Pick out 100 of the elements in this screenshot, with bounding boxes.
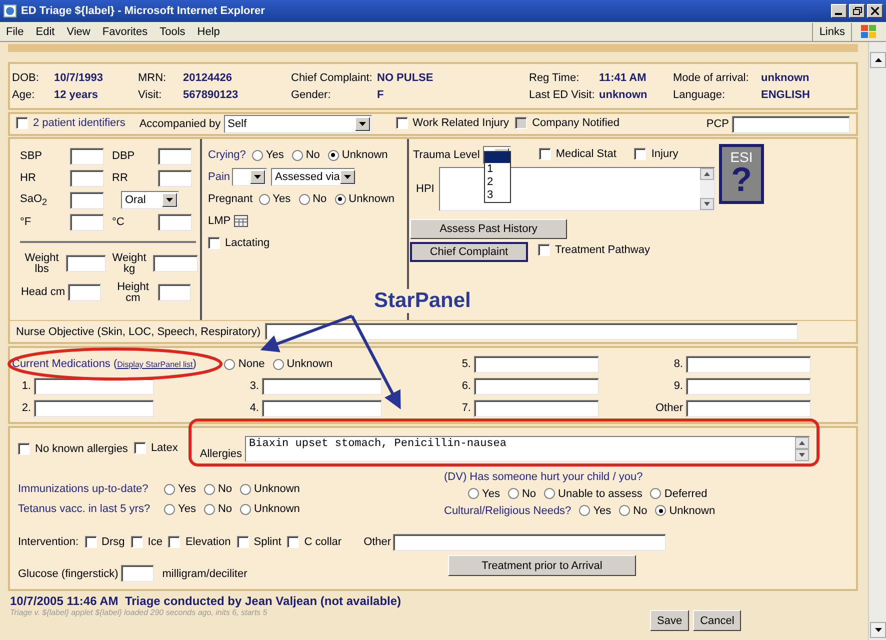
radio-button[interactable] xyxy=(292,150,303,160)
input-field[interactable] xyxy=(70,170,104,186)
field-label: Immunizations up-to-date? xyxy=(18,483,148,495)
checkbox[interactable] xyxy=(84,536,97,548)
input-field[interactable] xyxy=(158,170,192,186)
scroll-down-icon[interactable] xyxy=(795,449,810,461)
menu-item[interactable]: Edit xyxy=(30,26,61,38)
radio-button[interactable] xyxy=(334,194,346,204)
input-field[interactable] xyxy=(686,378,811,394)
input-field[interactable] xyxy=(474,378,599,394)
checkbox[interactable] xyxy=(396,116,408,128)
checkbox[interactable] xyxy=(208,237,220,249)
radio-button[interactable] xyxy=(650,488,662,499)
dropdown-option[interactable]: 3 xyxy=(485,189,510,202)
scroll-up-icon[interactable] xyxy=(795,437,810,449)
field-label: (DV) Has someone hurt your child / you? xyxy=(444,470,643,482)
input-field[interactable] xyxy=(70,214,104,230)
action-button[interactable]: Chief Complaint xyxy=(410,242,528,262)
radio-button[interactable] xyxy=(579,505,590,516)
radio-button[interactable] xyxy=(508,488,519,499)
input-field[interactable] xyxy=(393,534,666,550)
input-field[interactable] xyxy=(158,214,192,230)
input-field[interactable] xyxy=(34,400,154,416)
input-field[interactable] xyxy=(121,565,154,582)
checkbox[interactable] xyxy=(236,536,249,548)
input-field[interactable] xyxy=(686,400,811,416)
dropdown[interactable] xyxy=(232,168,268,186)
checkbox[interactable] xyxy=(18,443,30,455)
scrollbar[interactable] xyxy=(700,168,714,210)
checkbox[interactable] xyxy=(134,442,146,454)
esi-button[interactable]: ESI ? xyxy=(719,144,764,204)
input-field[interactable] xyxy=(262,378,382,394)
input-field[interactable] xyxy=(158,284,191,301)
checkbox[interactable] xyxy=(538,244,550,256)
radio-button[interactable] xyxy=(240,504,252,514)
field-label: RR xyxy=(112,172,128,184)
radio-button[interactable] xyxy=(328,150,339,160)
input-field[interactable] xyxy=(70,148,104,164)
input-field[interactable] xyxy=(66,255,106,272)
action-button[interactable]: Assess Past History xyxy=(410,218,567,238)
radio-button[interactable] xyxy=(224,358,236,370)
input-field[interactable] xyxy=(474,356,599,372)
checkbox[interactable] xyxy=(538,148,551,160)
radio-button[interactable] xyxy=(164,484,175,494)
radio-button[interactable] xyxy=(258,194,270,204)
input-field[interactable] xyxy=(474,400,599,416)
checkbox-label: Medical Stat xyxy=(556,148,616,160)
checkbox[interactable] xyxy=(634,148,646,160)
field-label: SaO$_{2}$ xyxy=(20,192,48,205)
scrollbar[interactable] xyxy=(868,42,886,640)
close-button[interactable] xyxy=(867,4,883,18)
maximize-button[interactable] xyxy=(849,4,865,18)
radio-button[interactable] xyxy=(164,504,175,514)
dropdown-option[interactable]: 1 xyxy=(485,163,510,176)
calendar-icon[interactable] xyxy=(234,215,248,227)
treatment-button[interactable]: Treatment prior to Arrival xyxy=(448,555,636,576)
menu-item[interactable]: Help xyxy=(191,26,226,38)
form-button[interactable]: Cancel xyxy=(693,610,742,631)
link[interactable]: Display StarPanel list xyxy=(117,360,193,369)
input-field[interactable] xyxy=(158,148,192,164)
radio-button[interactable] xyxy=(204,484,215,494)
down-arrow-icon xyxy=(874,628,882,632)
input-field[interactable] xyxy=(686,356,811,372)
radio-button[interactable] xyxy=(204,504,215,514)
checkbox[interactable] xyxy=(130,536,143,548)
form-button[interactable]: Save xyxy=(650,610,690,631)
menu-item[interactable]: File xyxy=(0,26,30,38)
input-field[interactable] xyxy=(264,323,798,340)
radio-button[interactable] xyxy=(544,488,556,499)
radio-button[interactable] xyxy=(252,150,263,160)
input-field[interactable] xyxy=(732,116,850,132)
input-field[interactable] xyxy=(262,400,382,416)
radio-button[interactable] xyxy=(655,505,666,516)
links-button[interactable]: Links xyxy=(812,22,852,40)
dropdown-option[interactable]: 2 xyxy=(485,176,510,189)
dropdown[interactable]: Assessed via xyxy=(271,168,356,186)
radio-button[interactable] xyxy=(619,505,630,516)
radio-button[interactable] xyxy=(468,488,479,499)
menu-item[interactable]: Favorites xyxy=(96,26,154,38)
menu-item[interactable]: Tools xyxy=(154,26,192,38)
input-field[interactable] xyxy=(68,284,101,301)
input-field[interactable] xyxy=(70,192,104,208)
scroll-down-icon[interactable] xyxy=(700,198,714,210)
scroll-up-icon[interactable] xyxy=(700,168,714,180)
dropdown[interactable]: Self xyxy=(224,115,372,133)
radio-button[interactable] xyxy=(240,484,252,494)
input-field[interactable] xyxy=(153,255,198,272)
menu-item[interactable]: View xyxy=(60,26,96,38)
checkbox[interactable] xyxy=(168,536,180,548)
radio-button[interactable] xyxy=(272,358,284,370)
checkbox[interactable] xyxy=(16,116,28,128)
radio-button[interactable] xyxy=(298,194,310,204)
dropdown[interactable]: Oral xyxy=(121,191,179,209)
minimize-button[interactable] xyxy=(831,4,847,18)
scroll-up-button[interactable] xyxy=(870,52,886,68)
scrollbar[interactable] xyxy=(795,437,810,461)
text-area[interactable]: Biaxin upset stomach, Penicillin-nausea xyxy=(245,436,810,462)
checkbox[interactable] xyxy=(287,536,300,548)
radio-label: Unable to assess xyxy=(558,488,642,500)
scroll-down-button[interactable] xyxy=(870,622,886,638)
